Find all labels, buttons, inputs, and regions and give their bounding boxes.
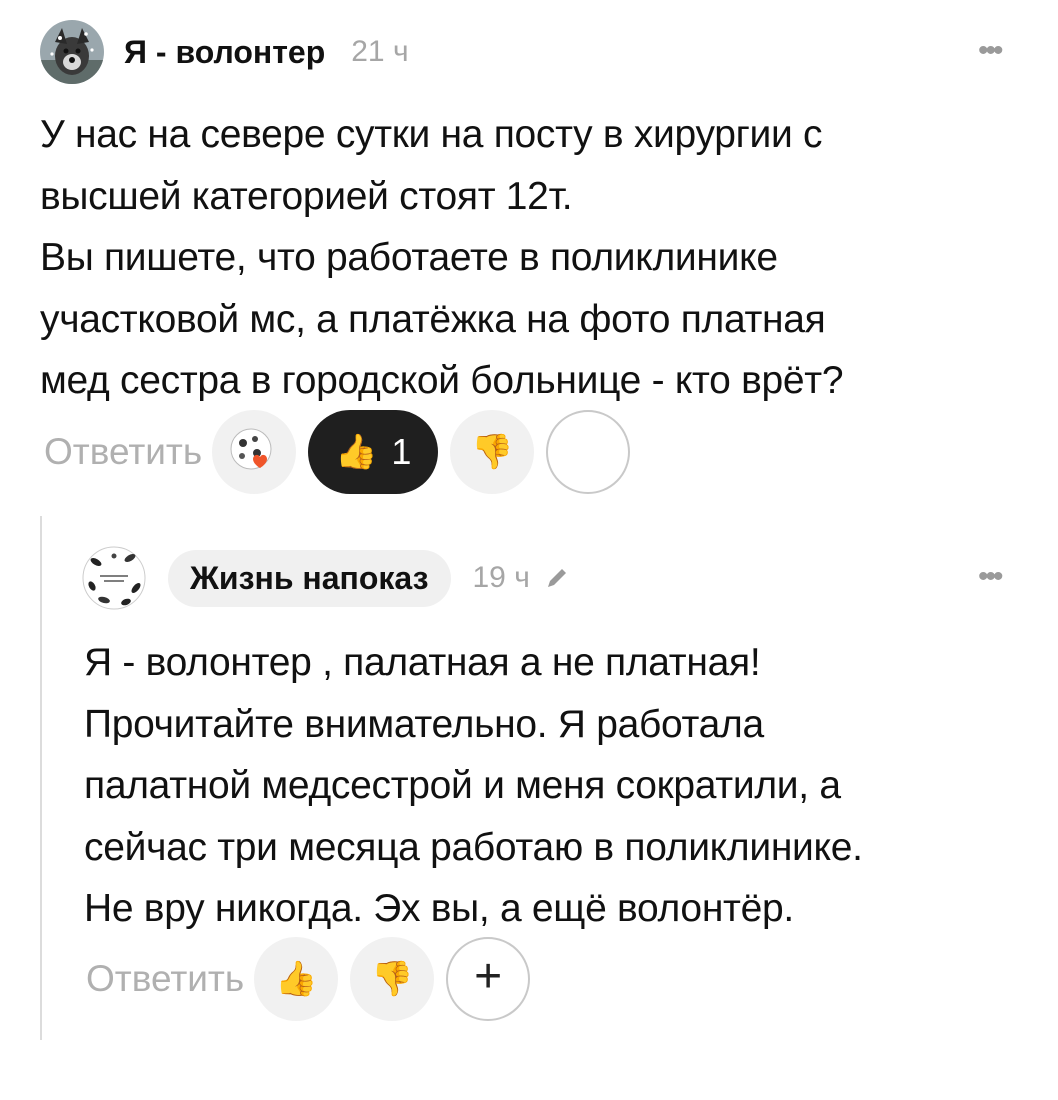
avatar[interactable]: [40, 20, 104, 84]
more-icon[interactable]: •••: [978, 34, 1003, 68]
leaf-pattern-avatar-icon: [82, 546, 146, 610]
author-name[interactable]: Я - волонтер: [124, 34, 325, 71]
thumbs-down-icon: 👎: [370, 960, 414, 998]
timestamp: 21 ч: [351, 35, 409, 68]
dislike-button[interactable]: 👎: [350, 937, 435, 1021]
comment-actions: Ответить 👍 1 👎: [44, 410, 642, 494]
reply-button[interactable]: Ответить: [44, 431, 202, 473]
comment-header: Я - волонтер 21 ч: [40, 20, 409, 84]
like-count: 1: [391, 431, 412, 472]
dislike-button[interactable]: 👎: [450, 410, 535, 494]
reply-header: Жизнь напоказ 19 ч: [82, 546, 570, 610]
thread-line: [40, 516, 42, 1040]
reply-button[interactable]: Ответить: [86, 958, 244, 1000]
thumbs-up-icon: 👍: [274, 960, 318, 998]
avatar[interactable]: [82, 546, 146, 610]
timestamp: 19 ч: [472, 561, 530, 594]
pencil-icon: [544, 565, 570, 591]
reaction-avatar-button[interactable]: [212, 410, 297, 494]
thumbs-down-icon: 👎: [470, 433, 514, 471]
plus-icon: +: [474, 950, 503, 1003]
add-reaction-button[interactable]: +: [446, 937, 531, 1021]
reactor-avatar-heart-icon: [230, 428, 272, 470]
reply-text: Я - волонтер , палатная а не платная! Пр…: [84, 641, 863, 930]
like-button[interactable]: 👍 1: [308, 410, 439, 494]
add-reaction-button[interactable]: [546, 410, 631, 494]
like-button[interactable]: 👍: [254, 937, 339, 1021]
thumbs-up-icon: 👍: [334, 433, 378, 471]
more-icon[interactable]: •••: [978, 560, 1003, 594]
dog-avatar-icon: [40, 20, 104, 84]
comment-text: У нас на севере сутки на посту в хирурги…: [40, 113, 844, 402]
author-name[interactable]: Жизнь напоказ: [168, 549, 451, 607]
reply-actions: Ответить 👍 👎 +: [86, 937, 542, 1021]
